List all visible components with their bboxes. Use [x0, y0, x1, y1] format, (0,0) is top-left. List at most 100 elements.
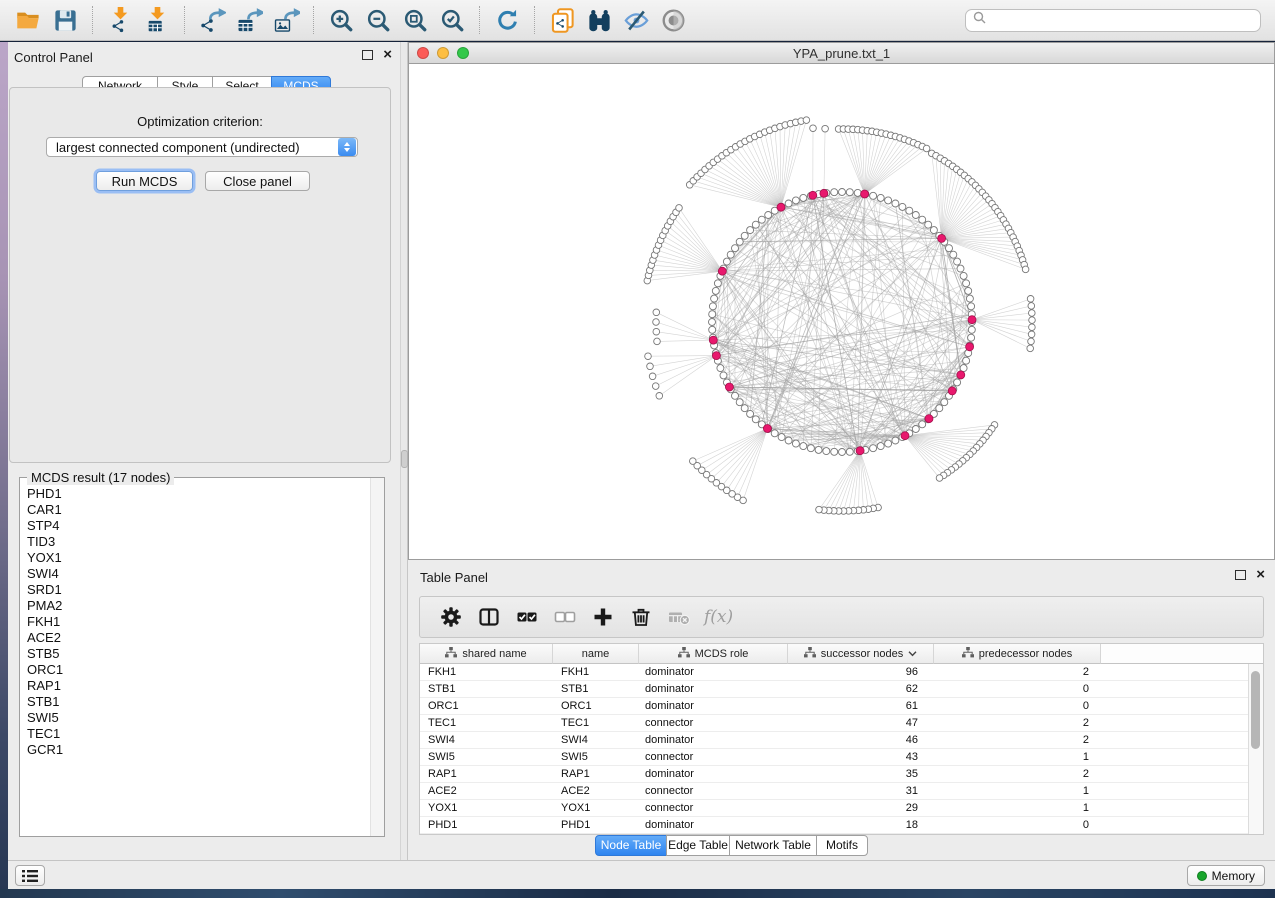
export-image-icon[interactable] [272, 6, 301, 35]
table-cell[interactable]: PHD1 [553, 817, 639, 833]
mcds-result-node[interactable]: SRD1 [27, 582, 370, 598]
open-folder-icon[interactable] [14, 6, 43, 35]
table-cell[interactable]: connector [639, 783, 788, 799]
table-cell[interactable]: TEC1 [553, 715, 639, 731]
import-network-icon[interactable] [106, 6, 135, 35]
network-canvas[interactable] [408, 64, 1275, 560]
mcds-result-scrollbar[interactable] [370, 478, 384, 836]
column-header-successor-nodes[interactable]: successor nodes [788, 644, 934, 664]
mcds-result-node[interactable]: PMA2 [27, 598, 370, 614]
import-table-icon[interactable] [143, 6, 172, 35]
mcds-result-node[interactable]: YOX1 [27, 550, 370, 566]
table-cell[interactable]: ACE2 [553, 783, 639, 799]
delete-column-icon[interactable] [626, 602, 656, 632]
search-network-icon[interactable] [585, 6, 614, 35]
column-header-name[interactable]: name [553, 644, 639, 664]
mcds-result-node[interactable]: PHD1 [27, 486, 370, 502]
table-cell[interactable]: SWI5 [420, 749, 553, 765]
table-cell[interactable]: RAP1 [553, 766, 639, 782]
panel-splitter[interactable] [400, 42, 408, 860]
zoom-in-icon[interactable] [327, 6, 356, 35]
table-cell[interactable]: 43 [788, 749, 934, 765]
table-cell[interactable]: 35 [788, 766, 934, 782]
select-stepper-icon[interactable] [338, 138, 356, 156]
column-header-predecessor-nodes[interactable]: predecessor nodes [934, 644, 1101, 664]
tab-node-table[interactable]: Node Table [595, 835, 667, 856]
table-cell[interactable]: ORC1 [553, 698, 639, 714]
automation-panel-button[interactable] [15, 865, 45, 886]
float-panel-icon[interactable] [362, 50, 373, 60]
table-cell[interactable]: dominator [639, 817, 788, 833]
table-row[interactable]: ORC1ORC1dominator610 [420, 698, 1263, 715]
mcds-result-node[interactable]: SWI4 [27, 566, 370, 582]
search-field[interactable] [965, 9, 1261, 32]
function-builder-button[interactable]: f(x) [704, 607, 733, 627]
mcds-result-node[interactable]: STB5 [27, 646, 370, 662]
export-network-icon[interactable] [198, 6, 227, 35]
table-cell[interactable]: 61 [788, 698, 934, 714]
table-cell[interactable]: YOX1 [420, 800, 553, 816]
mcds-result-node[interactable]: STP4 [27, 518, 370, 534]
tab-motifs[interactable]: Motifs [816, 835, 868, 856]
table-row[interactable]: SWI4SWI4dominator462 [420, 732, 1263, 749]
mcds-result-node[interactable]: TEC1 [27, 726, 370, 742]
table-row[interactable]: SWI5SWI5connector431 [420, 749, 1263, 766]
table-cell[interactable]: 2 [934, 732, 1101, 748]
float-panel-icon[interactable] [1235, 570, 1246, 580]
table-cell[interactable]: FKH1 [553, 664, 639, 680]
clone-network-icon[interactable] [548, 6, 577, 35]
table-cell[interactable]: 1 [934, 783, 1101, 799]
table-row[interactable]: YOX1YOX1connector291 [420, 800, 1263, 817]
table-cell[interactable]: 2 [934, 766, 1101, 782]
table-cell[interactable]: RAP1 [420, 766, 553, 782]
table-cell[interactable]: 1 [934, 749, 1101, 765]
column-header-MCDS-role[interactable]: MCDS role [639, 644, 788, 664]
close-panel-icon[interactable]: × [1256, 570, 1265, 580]
hide-graphical-details-icon[interactable] [622, 6, 651, 35]
zoom-out-icon[interactable] [364, 6, 393, 35]
table-cell[interactable]: 47 [788, 715, 934, 731]
table-cell[interactable]: SWI4 [420, 732, 553, 748]
table-cell[interactable]: ACE2 [420, 783, 553, 799]
table-cell[interactable]: 2 [934, 715, 1101, 731]
table-row[interactable]: ACE2ACE2connector311 [420, 783, 1263, 800]
table-settings-icon[interactable] [436, 602, 466, 632]
table-cell[interactable]: dominator [639, 681, 788, 697]
mcds-result-list[interactable]: PHD1CAR1STP4TID3YOX1SWI4SRD1PMA2FKH1ACE2… [21, 479, 370, 835]
close-panel-button[interactable]: Close panel [205, 171, 310, 191]
mcds-result-node[interactable]: TID3 [27, 534, 370, 550]
table-row[interactable]: RAP1RAP1dominator352 [420, 766, 1263, 783]
select-all-checkboxes-icon[interactable] [512, 602, 542, 632]
table-cell[interactable]: 46 [788, 732, 934, 748]
table-cell[interactable]: dominator [639, 732, 788, 748]
table-cell[interactable]: 2 [934, 664, 1101, 680]
table-cell[interactable]: 0 [934, 817, 1101, 833]
table-cell[interactable]: dominator [639, 766, 788, 782]
scrollbar-thumb[interactable] [1251, 671, 1260, 749]
mcds-result-node[interactable]: GCR1 [27, 742, 370, 758]
table-cell[interactable]: SWI4 [553, 732, 639, 748]
refresh-icon[interactable] [493, 6, 522, 35]
table-cell[interactable]: 96 [788, 664, 934, 680]
export-table-icon[interactable] [235, 6, 264, 35]
search-input[interactable] [991, 12, 1260, 28]
table-cell[interactable]: FKH1 [420, 664, 553, 680]
tab-edge-table[interactable]: Edge Table [666, 835, 730, 856]
table-row[interactable]: PHD1PHD1dominator180 [420, 817, 1263, 834]
table-cell[interactable]: connector [639, 800, 788, 816]
table-cell[interactable]: SWI5 [553, 749, 639, 765]
optimization-criterion-select[interactable]: largest connected component (undirected) [46, 137, 358, 157]
show-graphical-details-icon[interactable] [659, 6, 688, 35]
delete-table-icon[interactable] [664, 602, 694, 632]
zoom-fit-icon[interactable] [401, 6, 430, 35]
tab-network-table[interactable]: Network Table [729, 835, 817, 856]
column-header-shared-name[interactable]: shared name [420, 644, 553, 664]
table-cell[interactable]: ORC1 [420, 698, 553, 714]
node-table-scrollbar[interactable] [1248, 664, 1263, 834]
table-cell[interactable]: STB1 [553, 681, 639, 697]
mcds-result-node[interactable]: ORC1 [27, 662, 370, 678]
table-row[interactable]: FKH1FKH1dominator962 [420, 664, 1263, 681]
table-cell[interactable]: connector [639, 715, 788, 731]
table-cell[interactable]: TEC1 [420, 715, 553, 731]
table-cell[interactable]: 0 [934, 698, 1101, 714]
